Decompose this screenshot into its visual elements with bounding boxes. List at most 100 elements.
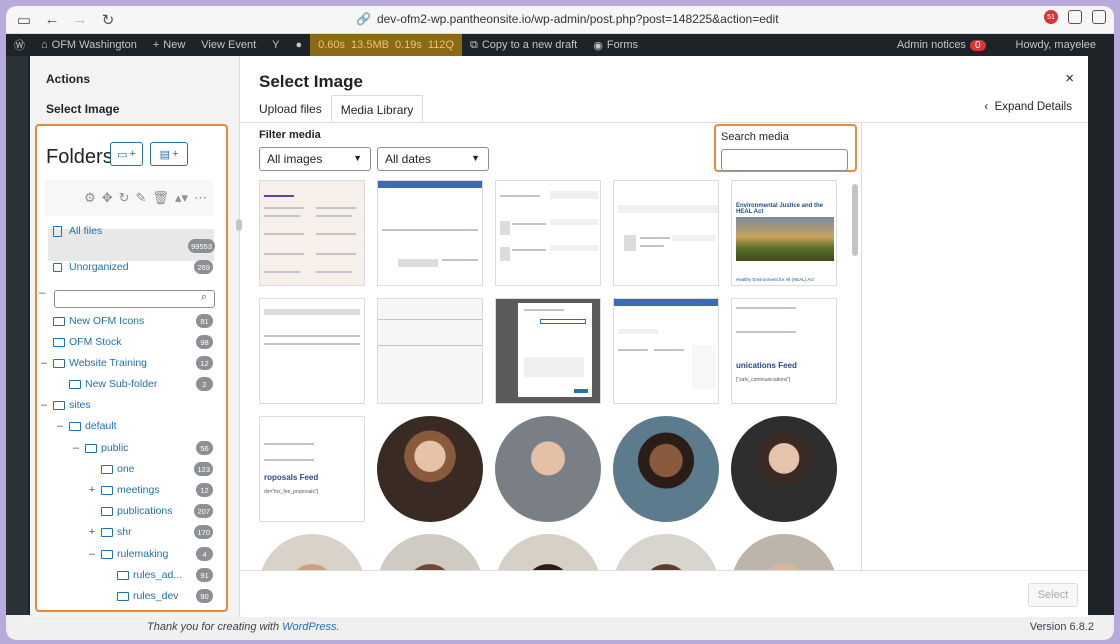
media-item[interactable] xyxy=(377,416,483,522)
forward-icon[interactable]: → xyxy=(66,6,94,34)
collapse-icon[interactable]: – xyxy=(39,357,49,369)
media-item[interactable] xyxy=(377,298,483,404)
extension-icon[interactable]: 51 xyxy=(1044,10,1058,24)
collapse-all-toggle[interactable]: – xyxy=(37,287,47,299)
gear-icon[interactable]: ⚙ xyxy=(84,190,96,206)
folder-item[interactable]: – default xyxy=(37,416,226,436)
filter-date-select[interactable]: All dates ▼ xyxy=(377,147,489,171)
select-image-link[interactable]: Select Image xyxy=(46,102,119,116)
feed-shortcode: ds="fox_fee_proposals"] xyxy=(264,489,319,495)
collapse-icon[interactable]: – xyxy=(55,420,65,432)
expand-icon[interactable]: + xyxy=(87,484,97,496)
home-folder-icon xyxy=(53,262,62,272)
folder-count: 207 xyxy=(194,504,213,518)
media-item[interactable] xyxy=(495,534,601,570)
folder-item[interactable]: rules_dev 90 xyxy=(37,586,226,606)
copy-draft-link[interactable]: ⧉ Copy to a new draft xyxy=(462,39,585,52)
admin-bar-site[interactable]: ⌂ OFM Washington xyxy=(33,39,145,51)
admin-bar-new[interactable]: + New xyxy=(145,39,193,51)
media-item[interactable] xyxy=(259,534,365,570)
footer-version: Version 6.8.2 xyxy=(1029,621,1094,633)
media-grid: Environmental Justice and the HEAL Act H… xyxy=(259,180,849,570)
folder-item[interactable]: publications 207 xyxy=(37,501,226,521)
folder-item[interactable]: New Sub-folder 2 xyxy=(37,374,226,394)
new-folder-button[interactable]: ▭ + xyxy=(110,142,143,166)
folder-item[interactable]: New OFM Icons 81 xyxy=(37,311,226,331)
media-item[interactable] xyxy=(731,534,837,570)
sort-icon[interactable]: ▴▾ xyxy=(175,190,188,206)
media-item[interactable] xyxy=(495,298,601,404)
folder-item[interactable]: – public 56 xyxy=(37,438,226,458)
folder-item[interactable]: + shr 170 xyxy=(37,522,226,542)
chevron-left-icon: ‹ xyxy=(984,101,989,113)
media-item[interactable] xyxy=(613,180,719,286)
upload-folder-button[interactable]: ▤ + xyxy=(150,142,188,166)
media-item[interactable] xyxy=(259,180,365,286)
media-item[interactable] xyxy=(495,416,601,522)
reader-icon[interactable] xyxy=(1068,10,1082,24)
media-item[interactable]: roposals Feed ds="fox_fee_proposals"] xyxy=(259,416,365,522)
collapse-icon[interactable]: – xyxy=(71,442,81,454)
folders-title: Folders xyxy=(46,146,113,168)
folder-item[interactable]: – sites xyxy=(37,395,226,415)
folder-label: New Sub-folder xyxy=(85,378,158,390)
status-dot-icon[interactable]: ● xyxy=(287,39,310,51)
panel-scrollbar[interactable] xyxy=(236,219,242,231)
folder-item[interactable]: OFM Stock 98 xyxy=(37,332,226,352)
folder-item[interactable]: rules_ad... 91 xyxy=(37,565,226,585)
refresh-icon[interactable]: ↻ xyxy=(119,190,130,206)
folder-item[interactable]: one 123 xyxy=(37,459,226,479)
back-icon[interactable]: ← xyxy=(38,6,66,34)
wordpress-logo-icon[interactable]: Ⓦ xyxy=(6,37,33,53)
wordpress-link[interactable]: WordPress xyxy=(282,621,336,633)
admin-notices[interactable]: Admin notices 0 xyxy=(889,39,994,51)
media-item[interactable] xyxy=(495,180,601,286)
folder-item[interactable]: – rulemaking 4 xyxy=(37,544,226,564)
folder-item[interactable]: + meetings 12 xyxy=(37,480,226,500)
media-item[interactable] xyxy=(613,298,719,404)
yoast-icon[interactable]: Y xyxy=(264,39,287,51)
close-icon[interactable]: × xyxy=(1065,70,1074,87)
media-item[interactable] xyxy=(259,298,365,404)
media-item[interactable] xyxy=(731,416,837,522)
media-grid-scrollbar[interactable] xyxy=(852,184,858,256)
all-files-count-row: 99553 xyxy=(37,236,226,256)
expand-details-button[interactable]: ‹ Expand Details xyxy=(984,101,1072,113)
media-item[interactable] xyxy=(377,534,483,570)
media-item[interactable] xyxy=(613,416,719,522)
admin-bar-view[interactable]: View Event xyxy=(193,39,264,51)
portrait-image xyxy=(731,416,837,522)
search-media-input[interactable] xyxy=(721,149,848,171)
howdy-user[interactable]: Howdy, mayelee xyxy=(1008,39,1105,51)
media-item[interactable] xyxy=(377,180,483,286)
browser-toolbar: ▭ ← → ↻ 🔗 dev-ofm2-wp.pantheonsite.io/wp… xyxy=(6,6,1114,34)
media-item[interactable]: Environmental Justice and the HEAL Act H… xyxy=(731,180,837,286)
folder-label: one xyxy=(117,463,135,475)
unorganized-item[interactable]: Unorganized 269 xyxy=(37,257,226,277)
move-icon[interactable]: ✥ xyxy=(102,190,113,206)
collapse-icon[interactable]: – xyxy=(39,399,49,411)
filter-type-select[interactable]: All images ▼ xyxy=(259,147,371,171)
folder-search-input[interactable]: ⌕ xyxy=(54,290,215,308)
query-monitor[interactable]: 0.60s 13.5MB 0.19s 112Q xyxy=(310,34,462,56)
collapse-icon[interactable]: – xyxy=(87,548,97,560)
tab-media-library[interactable]: Media Library xyxy=(330,95,424,122)
edit-icon[interactable]: ✎ xyxy=(136,190,147,206)
media-item[interactable] xyxy=(613,534,719,570)
sidebar-toggle-icon[interactable]: ▭ xyxy=(10,6,38,34)
media-item[interactable]: unications Feed ["safv_communications"] xyxy=(731,298,837,404)
tab-upload-files[interactable]: Upload files xyxy=(250,95,331,122)
footer-thanks: Thank you for creating with WordPress. xyxy=(147,621,340,633)
split-view-icon[interactable] xyxy=(1092,10,1106,24)
folder-item[interactable]: – Website Training 12 xyxy=(37,353,226,373)
trash-icon[interactable]: 🗑 xyxy=(152,190,169,206)
forms-link[interactable]: ◉ Forms xyxy=(585,39,646,52)
doc-title: Environmental Justice and the HEAL Act xyxy=(736,203,824,215)
more-icon[interactable]: ⋯ xyxy=(194,190,207,206)
expand-icon[interactable]: + xyxy=(87,526,97,538)
media-modal: Actions Select Image Folders ▭ + ▤ + ⚙ ✥ ↻… xyxy=(30,56,1088,617)
folder-count: 4 xyxy=(196,547,213,561)
reload-icon[interactable]: ↻ xyxy=(94,6,122,34)
select-button[interactable]: Select xyxy=(1028,583,1078,607)
address-bar[interactable]: 🔗 dev-ofm2-wp.pantheonsite.io/wp-admin/p… xyxy=(356,12,779,26)
